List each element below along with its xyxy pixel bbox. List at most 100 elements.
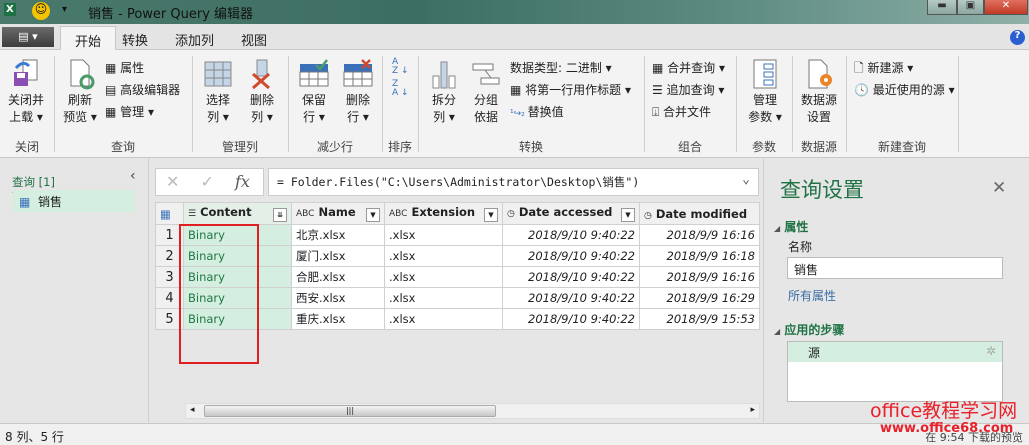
split-column-button[interactable]: 拆分 列 ▾ <box>424 58 464 126</box>
new-source-button[interactable]: 🗋 新建源 ▾ <box>854 59 913 80</box>
row-number[interactable]: 3 <box>155 266 184 288</box>
sort-ascending-button[interactable]: AZ ↓ <box>392 58 409 76</box>
row-number[interactable]: 5 <box>155 308 184 330</box>
help-icon[interactable]: ? <box>1010 30 1025 45</box>
name-cell[interactable]: 西安.xlsx <box>291 287 385 309</box>
name-cell[interactable]: 厦门.xlsx <box>291 245 385 267</box>
extension-cell[interactable]: .xlsx <box>384 308 503 330</box>
column-header-extension[interactable]: ABC Extension ▼ <box>384 202 503 225</box>
column-header-content[interactable]: ☰ Content ⇊ <box>183 202 292 225</box>
expand-binary-button[interactable]: ⇊ <box>273 208 287 222</box>
table-row[interactable]: 1 Binary 北京.xlsx .xlsx 2018/9/10 9:40:22 2018… <box>155 224 760 246</box>
date-modified-cell[interactable]: 2018/9/9 16:16 <box>639 266 760 288</box>
tab-view[interactable]: 视图 <box>227 26 281 50</box>
content-cell[interactable]: Binary <box>183 287 292 309</box>
manage-parameters-button[interactable]: 管理 参数 ▾ <box>742 58 788 126</box>
properties-button[interactable]: ▦ 属性 <box>105 59 144 76</box>
column-header-date-modified[interactable]: ◷ Date modified <box>639 202 760 225</box>
scroll-left-icon[interactable]: ◂ <box>190 405 195 415</box>
refresh-icon <box>70 59 95 90</box>
sort-descending-button[interactable]: ZA ↓ <box>392 80 409 98</box>
advanced-editor-button[interactable]: ▤ 高级编辑器 <box>105 81 180 98</box>
extension-cell[interactable]: .xlsx <box>384 224 503 246</box>
customize-toolbar-icon[interactable]: ▾ <box>62 4 67 15</box>
remove-rows-button[interactable]: 删除 行 ▾ <box>338 58 378 126</box>
row-number[interactable]: 1 <box>155 224 184 246</box>
remove-columns-button[interactable]: 删除 列 ▾ <box>242 58 282 126</box>
gear-icon[interactable]: ✲ <box>986 344 996 358</box>
table-menu-button[interactable]: ▦ <box>155 202 184 225</box>
combine-files-button[interactable]: ⍗ 合并文件 <box>652 103 711 120</box>
row-number[interactable]: 4 <box>155 287 184 309</box>
minimize-button[interactable]: ▬ <box>927 0 957 15</box>
filter-dropdown[interactable]: ▼ <box>484 208 498 222</box>
name-cell[interactable]: 重庆.xlsx <box>291 308 385 330</box>
name-cell[interactable]: 合肥.xlsx <box>291 266 385 288</box>
close-window-button[interactable]: ✕ <box>984 0 1028 15</box>
scroll-right-icon[interactable]: ▸ <box>750 405 755 415</box>
table-row[interactable]: 2 Binary 厦门.xlsx .xlsx 2018/9/10 9:40:22 2018… <box>155 245 760 267</box>
column-header-name[interactable]: ABC Name ▼ <box>291 202 385 225</box>
collapse-pane-icon[interactable]: ‹ <box>130 168 136 184</box>
collapse-triangle-icon: ◢ <box>774 327 781 336</box>
date-modified-cell[interactable]: 2018/9/9 16:29 <box>639 287 760 309</box>
row-number[interactable]: 2 <box>155 245 184 267</box>
file-menu-button[interactable]: ▤ ▾ <box>2 27 54 47</box>
date-accessed-cell[interactable]: 2018/9/10 9:40:22 <box>502 266 640 288</box>
column-header-date-accessed[interactable]: ◷ Date accessed ▼ <box>502 202 640 225</box>
tab-add-column[interactable]: 添加列 <box>161 26 228 50</box>
table-row[interactable]: 4 Binary 西安.xlsx .xlsx 2018/9/10 9:40:22 2018… <box>155 287 760 309</box>
date-modified-cell[interactable]: 2018/9/9 15:53 <box>639 308 760 330</box>
content-cell[interactable]: Binary <box>183 308 292 330</box>
all-properties-link[interactable]: 所有属性 <box>788 287 836 304</box>
recent-sources-button[interactable]: 🕓 最近使用的源 ▾ <box>854 81 955 98</box>
scrollbar-thumb[interactable]: ||| <box>204 405 496 417</box>
fx-icon[interactable]: fx <box>235 172 250 191</box>
date-modified-cell[interactable]: 2018/9/9 16:16 <box>639 224 760 246</box>
manage-button[interactable]: ▦ 管理 ▾ <box>105 103 154 120</box>
group-by-button[interactable]: 分组 依据 <box>466 58 506 126</box>
refresh-preview-button[interactable]: 刷新 预览 ▾ <box>60 58 100 126</box>
query-item[interactable]: ▦ 销售 <box>13 190 135 212</box>
content-cell[interactable]: Binary <box>183 224 292 246</box>
smiley-icon[interactable]: ☺ <box>32 2 50 20</box>
close-pane-icon[interactable]: ✕ <box>992 178 1006 198</box>
choose-columns-button[interactable]: 选择 列 ▾ <box>198 58 238 126</box>
extension-cell[interactable]: .xlsx <box>384 266 503 288</box>
table-row[interactable]: 5 Binary 重庆.xlsx .xlsx 2018/9/10 9:40:22 2018… <box>155 308 760 330</box>
name-cell[interactable]: 北京.xlsx <box>291 224 385 246</box>
query-name-input[interactable]: 销售 <box>787 257 1003 279</box>
content-cell[interactable]: Binary <box>183 245 292 267</box>
cancel-icon[interactable]: ✕ <box>166 172 179 191</box>
date-accessed-cell[interactable]: 2018/9/10 9:40:22 <box>502 224 640 246</box>
merge-queries-button[interactable]: ▦ 合并查询 ▾ <box>652 59 725 76</box>
filter-dropdown[interactable]: ▼ <box>621 208 635 222</box>
append-queries-button[interactable]: ☰ 追加查询 ▾ <box>652 81 724 98</box>
restore-button[interactable]: ▣ <box>957 0 984 15</box>
excel-icon: X <box>4 3 16 16</box>
use-first-row-as-headers-button[interactable]: ▦ 将第一行用作标题 ▾ <box>510 81 631 98</box>
date-accessed-cell[interactable]: 2018/9/10 9:40:22 <box>502 245 640 267</box>
horizontal-scrollbar[interactable]: ◂ ||| ▸ <box>185 403 760 419</box>
data-type-dropdown[interactable]: 数据类型: 二进制 ▾ <box>510 59 612 76</box>
table-row[interactable]: 3 Binary 合肥.xlsx .xlsx 2018/9/10 9:40:22 2018… <box>155 266 760 288</box>
expand-formula-icon[interactable]: ⌄ <box>742 172 750 187</box>
replace-values-button[interactable]: ¹↪₂ 替换值 <box>510 103 564 120</box>
commit-icon[interactable]: ✓ <box>201 172 214 191</box>
applied-steps-section[interactable]: ◢ 应用的步骤 <box>774 321 844 338</box>
step-item[interactable]: 源 ✲ <box>788 342 1002 362</box>
data-source-settings-button[interactable]: 数据源 设置 <box>796 58 842 126</box>
properties-section[interactable]: ◢ 属性 <box>774 218 808 235</box>
filter-dropdown[interactable]: ▼ <box>366 208 380 222</box>
formula-bar[interactable]: = Folder.Files("C:\Users\Administrator\D… <box>268 168 759 196</box>
date-modified-cell[interactable]: 2018/9/9 16:18 <box>639 245 760 267</box>
date-accessed-cell[interactable]: 2018/9/10 9:40:22 <box>502 308 640 330</box>
date-accessed-cell[interactable]: 2018/9/10 9:40:22 <box>502 287 640 309</box>
extension-cell[interactable]: .xlsx <box>384 287 503 309</box>
tab-transform[interactable]: 转换 <box>108 26 162 50</box>
extension-cell[interactable]: .xlsx <box>384 245 503 267</box>
content-cell[interactable]: Binary <box>183 266 292 288</box>
keep-rows-button[interactable]: 保留 行 ▾ <box>294 58 334 126</box>
close-load-button[interactable]: 关闭并 上载 ▾ <box>4 58 48 126</box>
divider <box>958 56 959 152</box>
